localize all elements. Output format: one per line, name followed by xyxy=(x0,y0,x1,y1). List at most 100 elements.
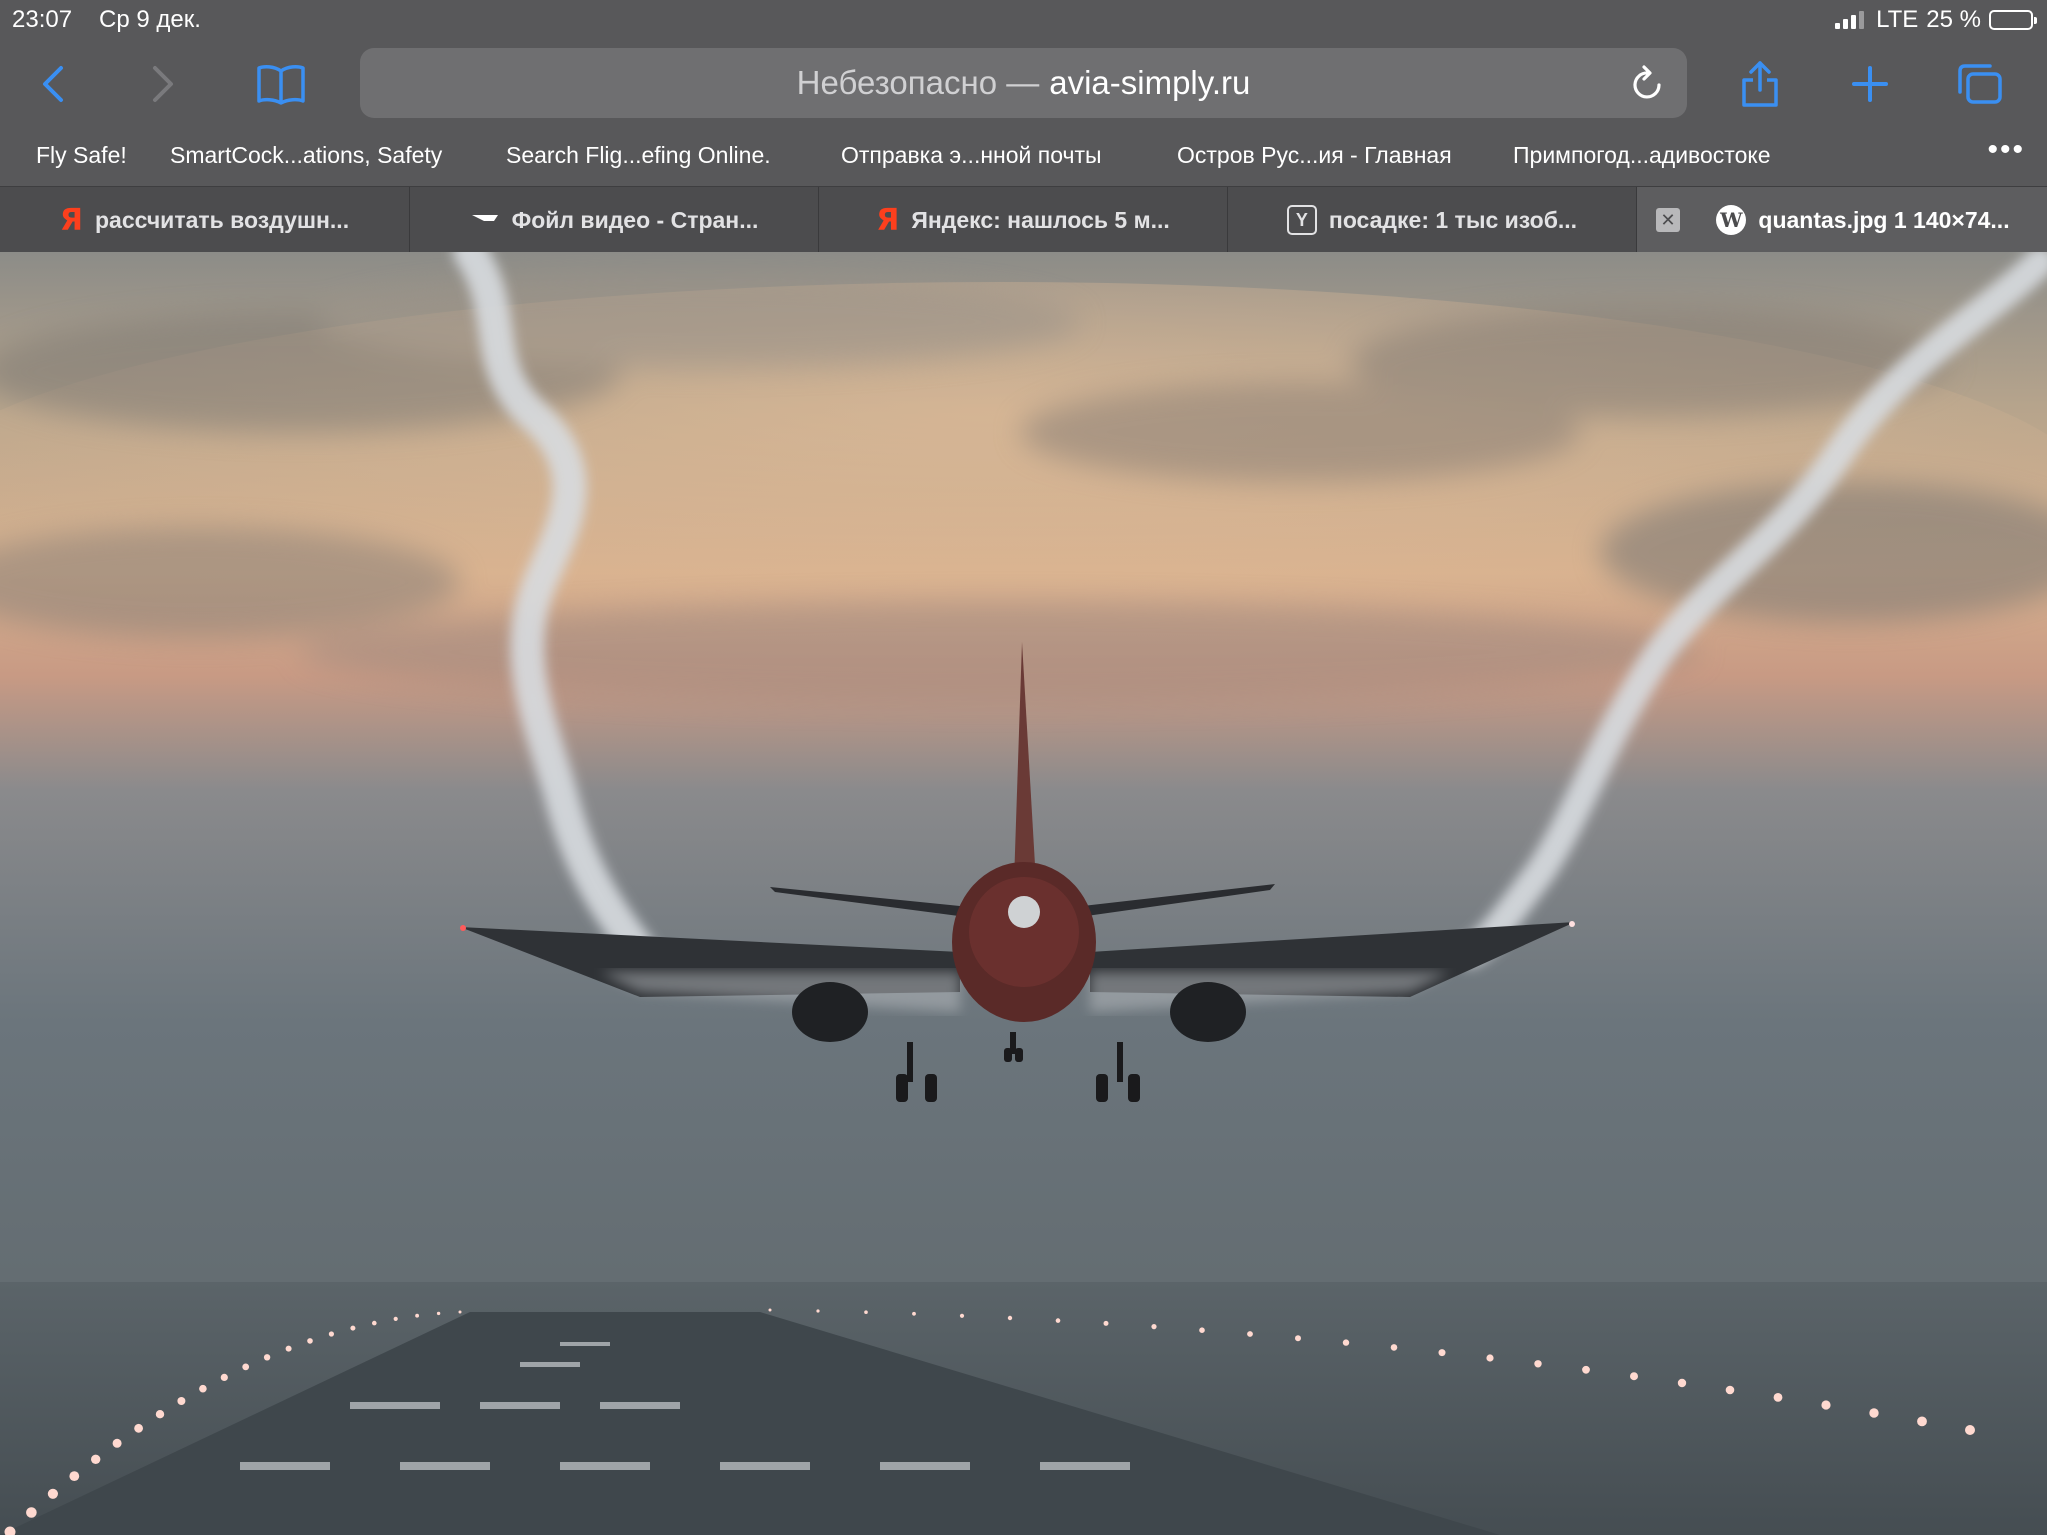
runway-light xyxy=(328,1331,334,1337)
runway-light xyxy=(134,1423,144,1433)
favorite-link[interactable]: Отправка э...нной почты xyxy=(841,142,1102,169)
runway-light xyxy=(1869,1408,1879,1418)
runway-light xyxy=(393,1316,398,1321)
not-secure-label: Небезопасно — xyxy=(796,64,1040,101)
favorite-link[interactable]: Остров Рус...ия - Главная xyxy=(1177,142,1452,169)
battery-percent: 25 % xyxy=(1926,6,1981,33)
runway-light xyxy=(1534,1360,1542,1368)
cellular-signal-icon xyxy=(1835,11,1865,29)
status-bar: 23:07 Ср 9 дек. LTE 25 % xyxy=(0,0,2047,40)
runway-light xyxy=(458,1310,462,1314)
back-button[interactable] xyxy=(20,46,86,122)
tabs-icon xyxy=(1958,64,2002,104)
runway-light xyxy=(372,1320,377,1326)
runway-light xyxy=(242,1363,250,1371)
tab[interactable]: Y посадке: 1 тыс изоб... xyxy=(1228,187,1637,253)
chevron-left-icon xyxy=(43,66,63,102)
runway-light xyxy=(1965,1425,1975,1435)
yandex-icon: Я xyxy=(876,202,900,238)
battery-icon xyxy=(1989,10,2037,30)
runway-light xyxy=(959,1313,965,1318)
runway-light xyxy=(816,1309,820,1313)
runway-light xyxy=(1438,1349,1446,1357)
share-button[interactable] xyxy=(1725,46,1795,122)
runway-light xyxy=(112,1438,122,1448)
runway-light xyxy=(1821,1400,1831,1410)
forward-button[interactable] xyxy=(130,46,196,122)
runway-light xyxy=(285,1345,292,1352)
runway-light xyxy=(1917,1416,1927,1427)
tab-title: Фойл видео - Стран... xyxy=(511,206,759,233)
y-box-icon: Y xyxy=(1286,205,1317,235)
runway-light xyxy=(1151,1324,1157,1330)
tab-title: посадке: 1 тыс изоб... xyxy=(1328,206,1578,233)
runway-light xyxy=(1725,1385,1735,1395)
favorite-link[interactable]: Search Flig...efing Online. xyxy=(506,142,771,169)
favorites-bar: Fly Safe! SmartCock...ations, Safety Sea… xyxy=(0,130,2047,180)
tab[interactable]: Я Яндекс: нашлось 5 м... xyxy=(819,187,1228,253)
runway-light xyxy=(220,1373,228,1381)
chevron-right-icon xyxy=(153,66,173,102)
runway-light xyxy=(307,1338,313,1344)
runway-light xyxy=(864,1310,868,1314)
wordpress-icon: W xyxy=(1716,205,1747,235)
runway-light xyxy=(1295,1335,1301,1342)
tab-bar: Я рассчитать воздушн... Фойл видео - Стр… xyxy=(0,186,2047,253)
more-icon[interactable]: ••• xyxy=(1987,135,2025,165)
tab-title: рассчитать воздушн... xyxy=(95,206,350,233)
toolbar: Небезопасно — avia-simply.ru xyxy=(0,46,2047,122)
runway-light xyxy=(69,1471,80,1481)
page-image xyxy=(0,252,2047,1535)
tab[interactable]: Я рассчитать воздушн... xyxy=(0,187,410,253)
runway-light xyxy=(199,1384,207,1393)
status-time: 23:07 xyxy=(12,6,73,33)
status-indicators: LTE 25 % xyxy=(1835,6,2037,34)
network-type: LTE xyxy=(1876,6,1919,33)
address-bar[interactable]: Небезопасно — avia-simply.ru xyxy=(360,48,1687,118)
runway-light xyxy=(1390,1344,1398,1351)
runway-light xyxy=(1247,1331,1253,1337)
yandex-icon: Я xyxy=(59,202,83,238)
reload-icon xyxy=(1633,65,1661,99)
landing-airplane-photo xyxy=(0,252,2047,1535)
runway-light xyxy=(1677,1378,1687,1388)
runway-light xyxy=(350,1325,356,1331)
tab-active[interactable]: W quantas.jpg 1 140×74... xyxy=(1637,187,2047,253)
tab-overview-button[interactable] xyxy=(1945,46,2015,122)
new-tab-button[interactable] xyxy=(1835,46,1905,122)
bookmarks-button[interactable] xyxy=(248,46,314,122)
plus-icon xyxy=(1852,66,1888,102)
share-icon xyxy=(1742,61,1778,107)
runway-light xyxy=(415,1313,419,1318)
runway-light xyxy=(1055,1318,1061,1323)
video-icon xyxy=(470,212,500,228)
runway-light xyxy=(912,1311,916,1316)
address-domain: avia-simply.ru xyxy=(1049,64,1251,101)
runway-light xyxy=(1199,1327,1205,1333)
favorite-link[interactable]: Fly Safe! xyxy=(36,142,127,169)
browser-chrome: 23:07 Ср 9 дек. LTE 25 % Небезопасно — a… xyxy=(0,0,2047,253)
runway-light xyxy=(436,1311,441,1316)
runway-light xyxy=(1103,1320,1109,1326)
close-tab-icon[interactable]: ✕ xyxy=(1656,208,1680,232)
runway-light xyxy=(263,1354,271,1361)
runway-light xyxy=(1773,1393,1783,1402)
book-icon xyxy=(257,65,305,105)
status-date: Ср 9 дек. xyxy=(99,6,201,33)
tab-title: quantas.jpg 1 140×74... xyxy=(1758,206,2010,233)
favorite-link[interactable]: SmartCock...ations, Safety xyxy=(170,142,442,169)
runway-light xyxy=(91,1454,101,1465)
runway-light xyxy=(177,1397,186,1405)
favorite-link[interactable]: Примпогод...адивостоке xyxy=(1513,142,1770,169)
reload-button[interactable] xyxy=(1623,58,1673,108)
runway-light xyxy=(155,1410,165,1419)
tab-title: Яндекс: нашлось 5 м... xyxy=(911,206,1170,233)
runway-light xyxy=(26,1507,37,1518)
runway-light xyxy=(1630,1372,1638,1381)
tab[interactable]: Фойл видео - Стран... xyxy=(410,187,819,253)
runway-light xyxy=(47,1488,59,1499)
runway-light xyxy=(1342,1339,1350,1346)
runway-light xyxy=(768,1308,772,1312)
runway-light xyxy=(1582,1365,1590,1374)
runway-light xyxy=(1486,1354,1494,1362)
